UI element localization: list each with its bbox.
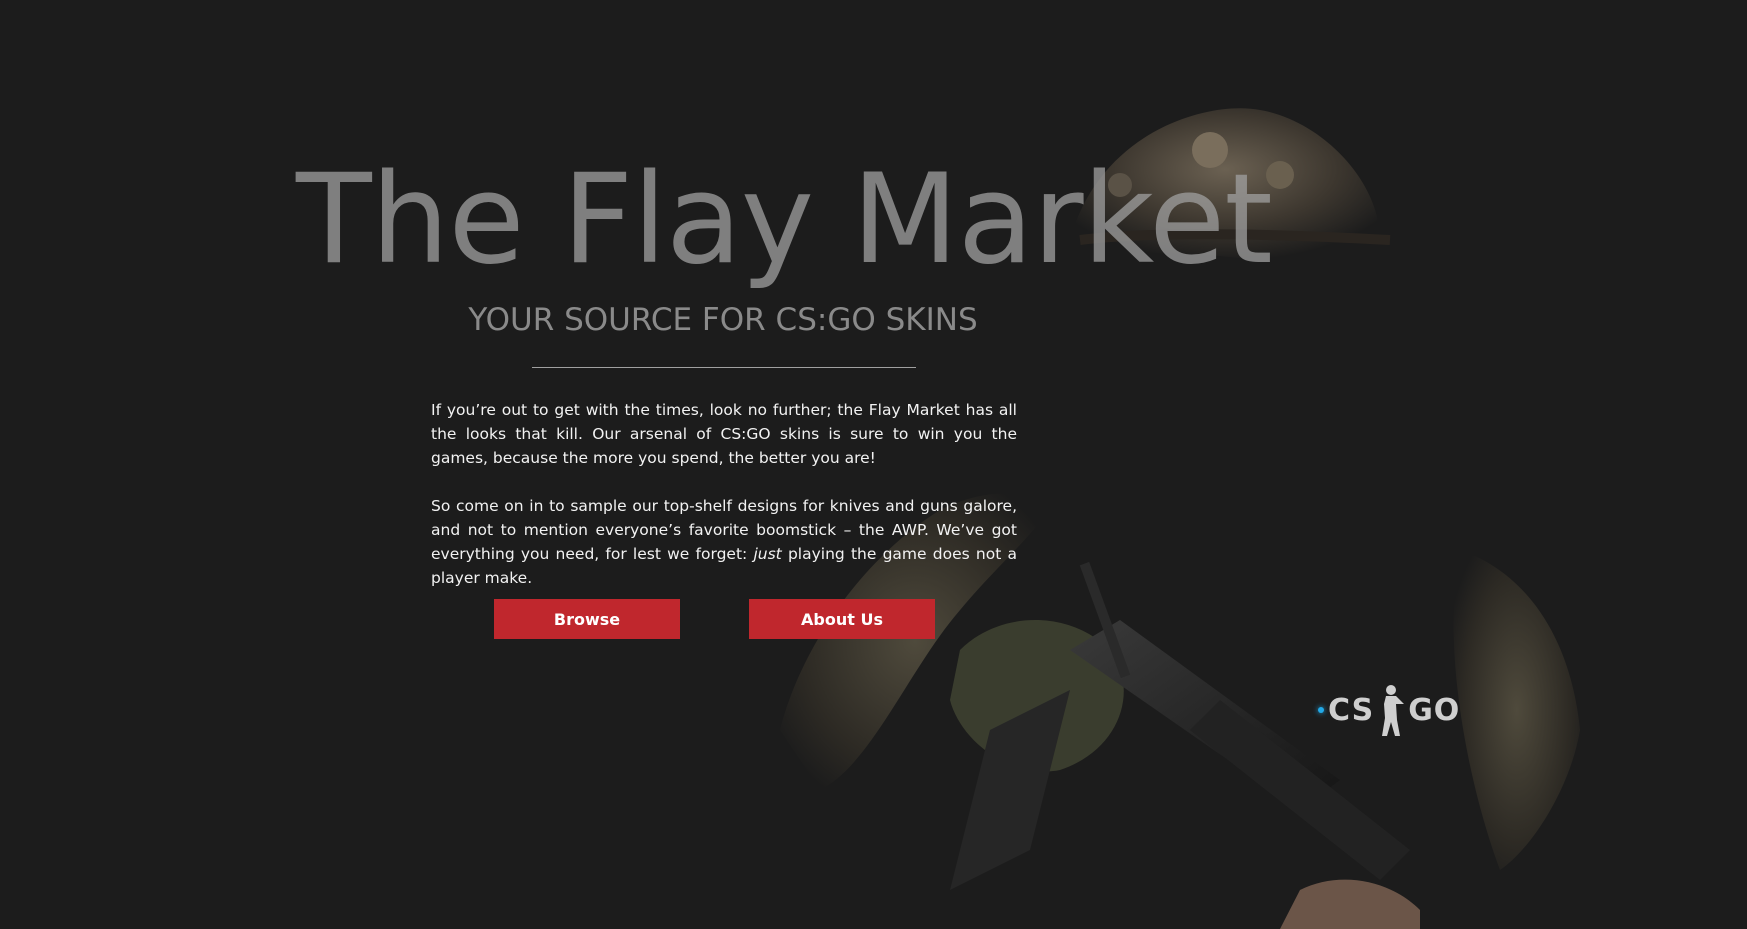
about-us-button[interactable]: About Us <box>749 599 935 639</box>
title-divider <box>532 367 916 368</box>
page-subtitle: YOUR SOURCE FOR CS:GO SKINS <box>468 302 978 338</box>
cta-buttons: Browse About Us <box>494 599 935 639</box>
soldier-silhouette-icon <box>1382 685 1405 736</box>
intro-paragraph-1: If you’re out to get with the times, loo… <box>431 401 1017 467</box>
logo-text-left: CS <box>1328 692 1375 728</box>
intro-paragraph-2-emphasis: just <box>753 545 782 563</box>
logo-text-right: GO <box>1408 692 1461 728</box>
page-title: The Flay Market <box>296 148 1273 292</box>
intro-paragraph-2: So come on in to sample our top-shelf de… <box>431 494 1017 590</box>
csgo-logo: CS GO <box>1318 682 1460 738</box>
intro-text: If you’re out to get with the times, loo… <box>431 398 1017 614</box>
browse-button[interactable]: Browse <box>494 599 680 639</box>
logo-glow-dot <box>1318 707 1324 713</box>
